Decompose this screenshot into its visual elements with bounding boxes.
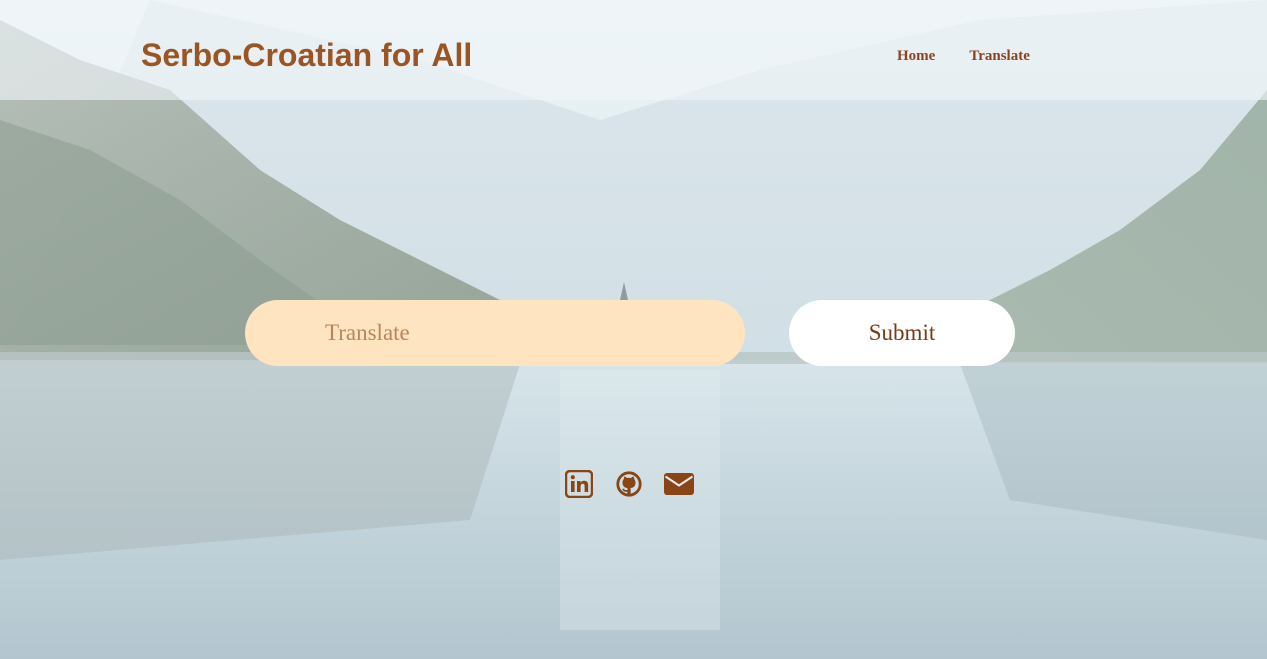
social-links bbox=[565, 470, 705, 500]
site-header: Serbo-Croatian for All Home Translate bbox=[0, 0, 1267, 100]
linkedin-icon bbox=[565, 470, 593, 498]
site-title[interactable]: Serbo-Croatian for All bbox=[141, 33, 472, 77]
nav-link-translate[interactable]: Translate bbox=[952, 46, 1047, 66]
translate-input[interactable] bbox=[245, 300, 745, 366]
email-link[interactable] bbox=[664, 470, 694, 498]
github-link[interactable] bbox=[615, 470, 643, 498]
submit-button[interactable]: Submit bbox=[789, 300, 1015, 366]
envelope-icon bbox=[664, 473, 694, 495]
main-nav: Home Translate bbox=[880, 46, 1047, 66]
github-icon bbox=[616, 471, 642, 497]
linkedin-link[interactable] bbox=[565, 470, 593, 498]
nav-link-home[interactable]: Home bbox=[880, 46, 952, 66]
